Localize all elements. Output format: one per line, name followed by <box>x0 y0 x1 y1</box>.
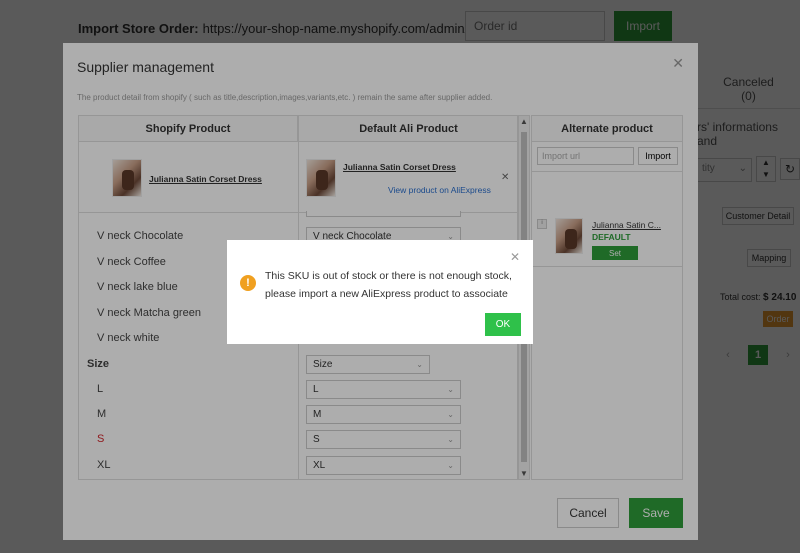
alert-message: This SKU is out of stock or there is not… <box>265 267 521 303</box>
close-icon[interactable]: ✕ <box>510 250 520 264</box>
warning-icon: ! <box>240 275 256 291</box>
stock-alert-dialog: ! This SKU is out of stock or there is n… <box>227 240 533 344</box>
alert-message-line1: This SKU is out of stock or there is not… <box>265 270 512 282</box>
ok-button[interactable]: OK <box>485 313 521 336</box>
alert-message-line2: please import a new AliExpress product t… <box>265 288 508 300</box>
